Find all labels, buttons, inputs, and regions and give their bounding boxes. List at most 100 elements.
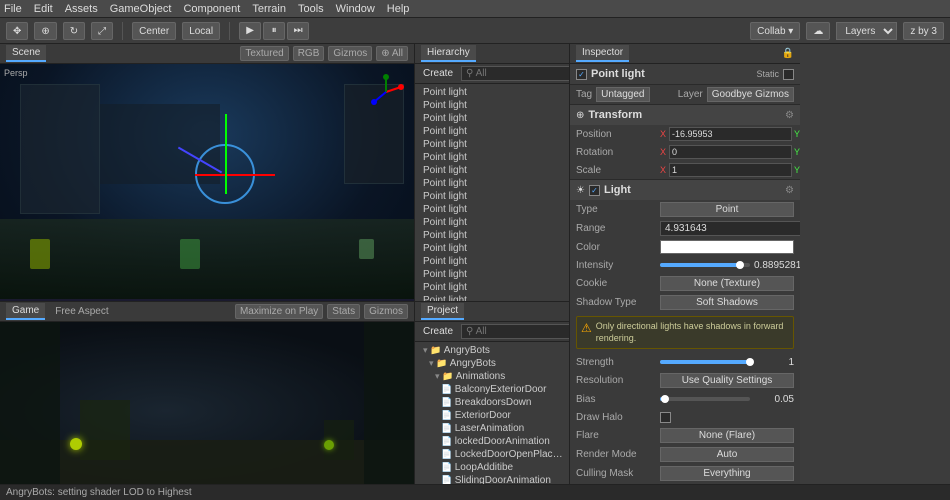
light-header[interactable]: ☀ ✓ Light ⚙ [570,180,800,200]
menu-window[interactable]: Window [336,3,375,15]
hierarchy-item-15[interactable]: Point light [415,281,569,294]
status-text: AngryBots: setting shader LOD to Highest [6,487,192,498]
light-range-input[interactable] [660,221,800,236]
layer-dropdown[interactable]: Goodbye Gizmos [707,87,794,102]
pos-x-input[interactable] [669,127,792,141]
project-item-7[interactable]: 📄 lockedDoorAnimation [415,435,569,448]
hierarchy-item-1[interactable]: Point light [415,99,569,112]
project-item-3[interactable]: 📄 BalconyExteriorDoor [415,383,569,396]
menu-edit[interactable]: Edit [34,3,53,15]
project-item-0[interactable]: ▾ 📁 AngryBots [415,344,569,357]
hierarchy-item-5[interactable]: Point light [415,151,569,164]
hierarchy-item-9[interactable]: Point light [415,203,569,216]
draw-halo-checkbox[interactable] [660,412,671,423]
scene-all-btn[interactable]: ⊕ All [376,46,408,61]
hierarchy-item-13[interactable]: Point light [415,255,569,268]
light-menu-icon[interactable]: ⚙ [785,185,794,196]
tag-dropdown[interactable]: Untagged [596,87,649,102]
obj-static-checkbox[interactable] [783,69,794,80]
game-maximize-btn[interactable]: Maximize on Play [235,304,323,319]
light-bias-thumb[interactable] [661,395,669,403]
transform-move-btn[interactable]: ⊕ [34,22,56,40]
cloud-btn[interactable]: ☁ [806,22,830,40]
hierarchy-item-4[interactable]: Point light [415,138,569,151]
layout-btn[interactable]: z by 3 [903,22,944,40]
light-enable-checkbox[interactable]: ✓ [589,185,600,196]
inspector-tab[interactable]: Inspector [576,45,629,62]
scale-x-input[interactable] [669,163,792,177]
menu-gameobject[interactable]: GameObject [110,3,172,15]
game-wall-r [364,322,414,500]
pause-button[interactable]: ⏸ [263,22,285,40]
project-search[interactable] [461,324,569,339]
project-tab[interactable]: Project [421,303,464,320]
game-canvas[interactable] [0,322,414,500]
light-intensity-thumb[interactable] [736,261,744,269]
render-mode-dropdown[interactable]: Auto [660,447,794,462]
shadow-type-dropdown[interactable]: Soft Shadows [660,295,794,310]
hierarchy-item-14[interactable]: Point light [415,268,569,281]
light-color-swatch[interactable] [660,240,794,254]
menu-component[interactable]: Component [183,3,240,15]
game-gizmos-btn[interactable]: Gizmos [364,304,408,319]
collab-btn[interactable]: Collab ▾ [750,22,800,40]
menu-help[interactable]: Help [387,3,410,15]
obj-enable-checkbox[interactable]: ✓ [576,69,587,80]
center-btn[interactable]: Center [132,22,176,40]
hierarchy-item-12[interactable]: Point light [415,242,569,255]
scene-gizmos-btn[interactable]: Gizmos [328,46,372,61]
game-tab[interactable]: Game [6,303,45,320]
light-type-dropdown[interactable]: Point [660,202,794,217]
culling-mask-dropdown[interactable]: Everything [660,466,794,481]
scene-tab[interactable]: Scene [6,45,46,62]
menu-tools[interactable]: Tools [298,3,324,15]
menu-assets[interactable]: Assets [65,3,98,15]
menu-terrain[interactable]: Terrain [252,3,286,15]
hierarchy-item-7[interactable]: Point light [415,177,569,190]
project-item-4[interactable]: 📄 BreakdoorsDown [415,396,569,409]
project-create-btn[interactable]: Create [419,325,457,338]
project-item-6[interactable]: 📄 LaserAnimation [415,422,569,435]
step-button[interactable]: ⏭ [287,22,309,40]
light-strength-thumb[interactable] [746,358,754,366]
project-item-5[interactable]: 📄 ExteriorDoor [415,409,569,422]
scene-rgb-btn[interactable]: RGB [293,46,325,61]
transform-rotate-btn[interactable]: ↻ [63,22,85,40]
light-intensity-slider[interactable] [660,263,750,267]
rot-x-input[interactable] [669,145,792,159]
scene-floor [0,219,414,299]
flare-btn[interactable]: None (Flare) [660,428,794,443]
hierarchy-item-0[interactable]: Point light [415,86,569,99]
hierarchy-item-16[interactable]: Point light [415,294,569,302]
scene-canvas[interactable]: Persp [0,64,414,299]
light-cookie-btn[interactable]: None (Texture) [660,276,794,291]
scene-textured-btn[interactable]: Textured [240,46,288,61]
local-btn[interactable]: Local [182,22,220,40]
transform-menu-icon[interactable]: ⚙ [785,110,794,121]
hierarchy-item-6[interactable]: Point light [415,164,569,177]
hierarchy-item-2[interactable]: Point light [415,112,569,125]
hierarchy-item-10[interactable]: Point light [415,216,569,229]
inspector-lock-icon[interactable]: 🔒 [782,48,794,59]
scene-axis-x [195,174,275,176]
hierarchy-tab[interactable]: Hierarchy [421,45,476,62]
hierarchy-item-3[interactable]: Point light [415,125,569,138]
layers-dropdown[interactable]: Layers [836,22,897,40]
transform-hand-btn[interactable]: ✥ [6,22,28,40]
menu-file[interactable]: File [4,3,22,15]
light-bias-slider[interactable] [660,397,750,401]
hierarchy-item-11[interactable]: Point light [415,229,569,242]
game-stats-btn[interactable]: Stats [327,304,360,319]
hierarchy-item-8[interactable]: Point light [415,190,569,203]
light-strength-slider[interactable] [660,360,750,364]
transform-scale-btn[interactable]: ⤢ [91,22,113,40]
light-res-dropdown[interactable]: Use Quality Settings [660,373,794,388]
project-item-9[interactable]: 📄 LoopAdditibe [415,461,569,474]
project-item-2[interactable]: ▾ 📁 Animations [415,370,569,383]
project-item-1[interactable]: ▾ 📁 AngryBots [415,357,569,370]
play-button[interactable]: ▶ [239,22,261,40]
hierarchy-create-btn[interactable]: Create [419,67,457,80]
hierarchy-search[interactable] [461,66,569,81]
project-item-8[interactable]: 📄 LockedDoorOpenPlaceholde [415,448,569,461]
transform-header[interactable]: ⊕ Transform ⚙ [570,105,800,125]
